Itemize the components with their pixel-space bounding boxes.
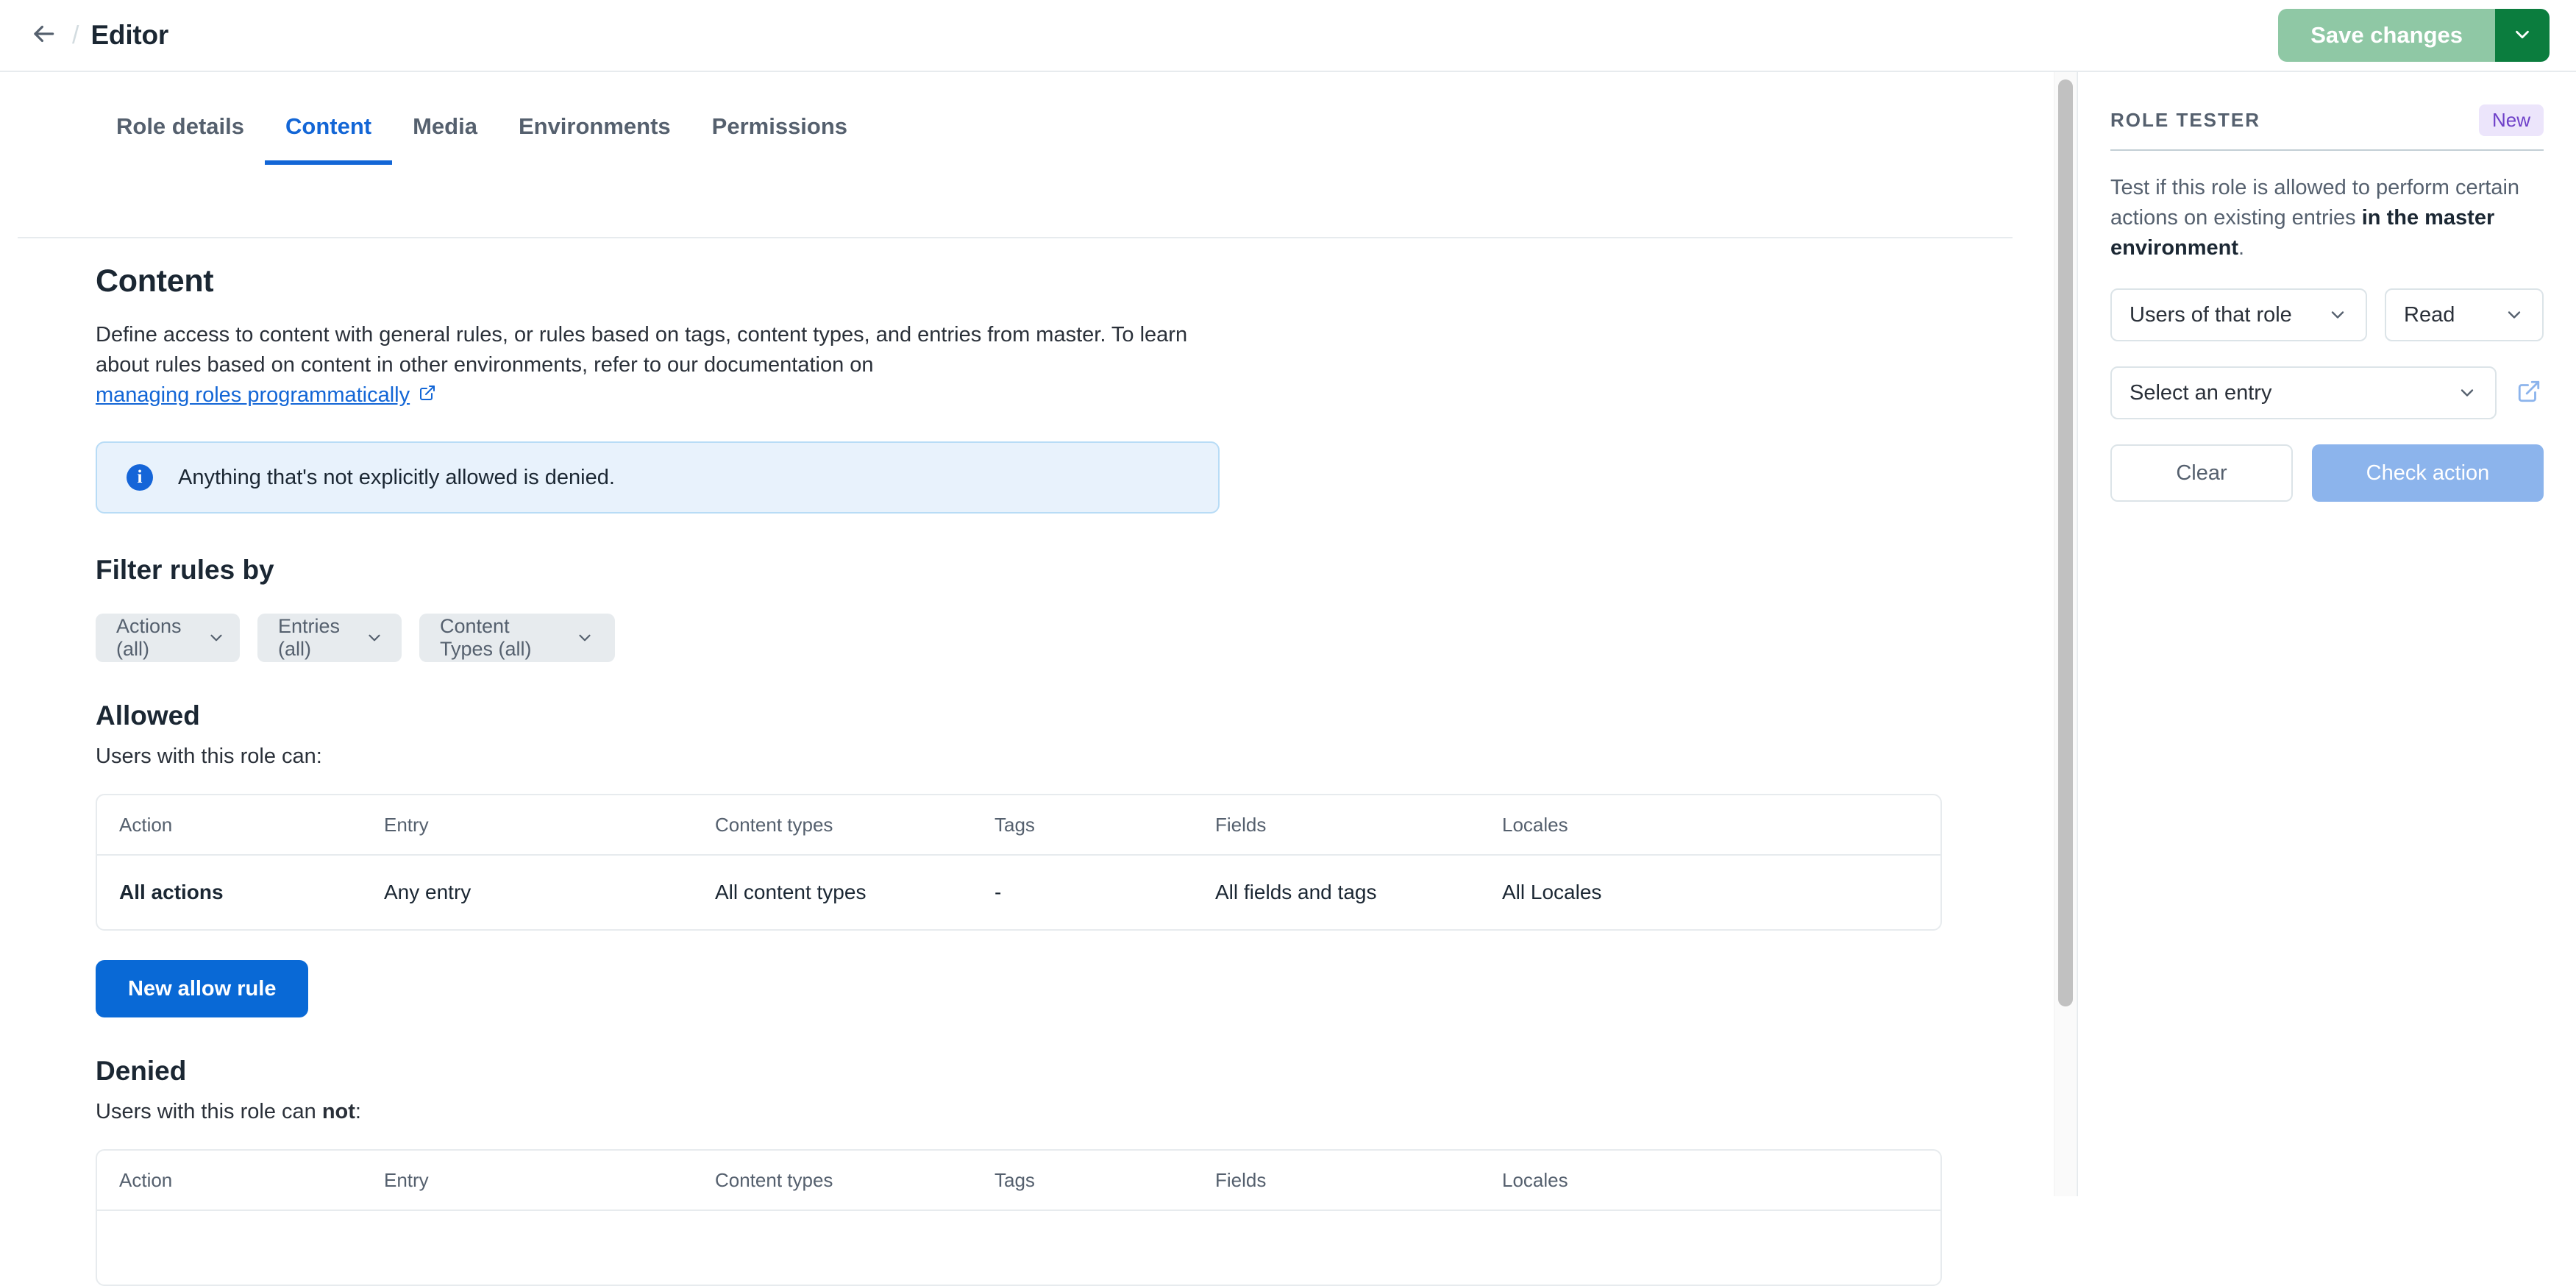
- column-header-content-types: Content types: [715, 813, 833, 836]
- info-banner-text: Anything that's not explicitly allowed i…: [178, 465, 615, 489]
- denied-heading: Denied: [96, 1056, 187, 1086]
- entry-select-value: Select an entry: [2130, 380, 2272, 405]
- column-header-entry: Entry: [384, 813, 429, 836]
- role-tester-description-suffix: .: [2238, 236, 2245, 260]
- info-icon: i: [127, 464, 153, 491]
- filter-content-types-label: Content Types (all): [440, 615, 532, 660]
- back-button[interactable]: [26, 18, 60, 52]
- column-header-tags: Tags: [995, 813, 1035, 836]
- role-tester-row-2: Select an entry: [2110, 366, 2544, 419]
- role-tester-header: ROLE TESTER New: [2110, 104, 2544, 151]
- chevron-down-icon: [2457, 383, 2477, 403]
- chevron-down-icon: [207, 628, 226, 647]
- filter-content-types-select[interactable]: Content Types (all): [419, 614, 615, 662]
- page-title: Editor: [90, 20, 169, 50]
- denied-subtitle-suffix: :: [355, 1100, 361, 1123]
- save-changes-dropdown-button[interactable]: [2495, 9, 2550, 62]
- cell-content-types: All content types: [715, 881, 867, 903]
- top-header-bar: / Editor Save changes: [0, 0, 2576, 72]
- cell-tags: -: [995, 881, 1002, 903]
- entry-select[interactable]: Select an entry: [2110, 366, 2497, 419]
- tab-media[interactable]: Media: [392, 104, 498, 162]
- denied-subtitle: Users with this role can not:: [96, 1100, 1993, 1124]
- chevron-down-icon: [2504, 305, 2525, 325]
- column-header-fields: Fields: [1215, 813, 1267, 836]
- filter-rules-heading: Filter rules by: [96, 555, 274, 585]
- role-tester-description: Test if this role is allowed to perform …: [2110, 173, 2544, 263]
- chevron-down-icon: [365, 628, 384, 647]
- action-select[interactable]: Read: [2385, 288, 2544, 341]
- main-content-area: Role details Content Media Environments …: [0, 72, 2054, 1286]
- cell-entry: Any entry: [384, 881, 472, 903]
- cell-locales: All Locales: [1502, 881, 1602, 903]
- chevron-down-icon: [2327, 305, 2348, 325]
- save-changes-button[interactable]: Save changes: [2278, 9, 2495, 62]
- cell-action: All actions: [119, 881, 224, 903]
- vertical-scrollbar-track[interactable]: [2054, 72, 2076, 1196]
- arrow-left-icon: [29, 20, 57, 51]
- clear-button[interactable]: Clear: [2110, 444, 2293, 502]
- denied-rules-table: Action Entry Content types Tags Fields L…: [96, 1149, 1942, 1286]
- external-link-icon: [2516, 379, 2541, 408]
- check-action-button[interactable]: Check action: [2312, 444, 2544, 502]
- filter-bar: Actions (all) Entries (all) Content Type…: [96, 614, 1993, 662]
- column-header-action: Action: [119, 1168, 173, 1191]
- breadcrumb-separator: /: [72, 21, 79, 49]
- column-header-entry: Entry: [384, 1168, 429, 1191]
- who-select-value: Users of that role: [2130, 302, 2292, 327]
- denied-subtitle-bold: not: [321, 1100, 355, 1123]
- column-header-locales: Locales: [1502, 813, 1568, 836]
- table-row[interactable]: [97, 1211, 1940, 1285]
- column-header-locales: Locales: [1502, 1168, 1568, 1191]
- column-header-content-types: Content types: [715, 1168, 833, 1191]
- table-header-row: Action Entry Content types Tags Fields L…: [97, 795, 1940, 856]
- managing-roles-programmatically-link[interactable]: managing roles programmatically: [96, 380, 436, 411]
- link-label: managing roles programmatically: [96, 383, 410, 407]
- allowed-rules-table: Action Entry Content types Tags Fields L…: [96, 794, 1942, 931]
- allowed-subtitle: Users with this role can:: [96, 745, 322, 768]
- table-row[interactable]: All actions Any entry All content types …: [97, 856, 1940, 929]
- info-banner: i Anything that's not explicitly allowed…: [96, 441, 1220, 514]
- tab-bar: Role details Content Media Environments …: [96, 104, 2054, 163]
- new-allow-rule-button[interactable]: New allow rule: [96, 960, 309, 1017]
- column-header-tags: Tags: [995, 1168, 1035, 1191]
- role-tester-actions: Clear Check action: [2110, 444, 2544, 502]
- content-description-line-1: Define access to content with general ru…: [96, 323, 1188, 347]
- content-section: Content Define access to content with ge…: [96, 263, 1993, 1286]
- tab-environments[interactable]: Environments: [498, 104, 691, 162]
- content-description: Define access to content with general ru…: [96, 320, 1199, 411]
- action-select-value: Read: [2404, 302, 2455, 327]
- role-tester-title: ROLE TESTER: [2110, 109, 2261, 131]
- chevron-down-icon: [2511, 24, 2533, 48]
- vertical-scrollbar-thumb[interactable]: [2058, 79, 2073, 1006]
- role-tester-panel: ROLE TESTER New Test if this role is all…: [2077, 72, 2576, 1196]
- denied-subtitle-prefix: Users with this role can: [96, 1100, 322, 1123]
- filter-actions-select[interactable]: Actions (all): [96, 614, 240, 662]
- column-header-fields: Fields: [1215, 1168, 1267, 1191]
- content-description-line-2: about rules based on content in other en…: [96, 353, 874, 377]
- new-badge: New: [2478, 104, 2544, 136]
- filter-actions-label: Actions (all): [116, 615, 182, 660]
- filter-entries-label: Entries (all): [278, 615, 341, 660]
- role-tester-row-1: Users of that role Read: [2110, 288, 2544, 341]
- tab-bar-divider: [18, 237, 2013, 238]
- tab-role-details[interactable]: Role details: [96, 104, 265, 162]
- content-heading: Content: [96, 263, 214, 299]
- cell-fields: All fields and tags: [1215, 881, 1377, 903]
- column-header-action: Action: [119, 813, 173, 836]
- who-select[interactable]: Users of that role: [2110, 288, 2367, 341]
- allowed-heading: Allowed: [96, 700, 200, 731]
- filter-entries-select[interactable]: Entries (all): [257, 614, 402, 662]
- open-entry-external-button[interactable]: [2514, 378, 2544, 408]
- tab-content[interactable]: Content: [265, 104, 392, 160]
- chevron-down-icon: [575, 628, 594, 647]
- tab-permissions[interactable]: Permissions: [691, 104, 868, 162]
- save-changes-group: Save changes: [2278, 9, 2550, 62]
- table-header-row: Action Entry Content types Tags Fields L…: [97, 1151, 1940, 1211]
- external-link-icon: [419, 380, 436, 411]
